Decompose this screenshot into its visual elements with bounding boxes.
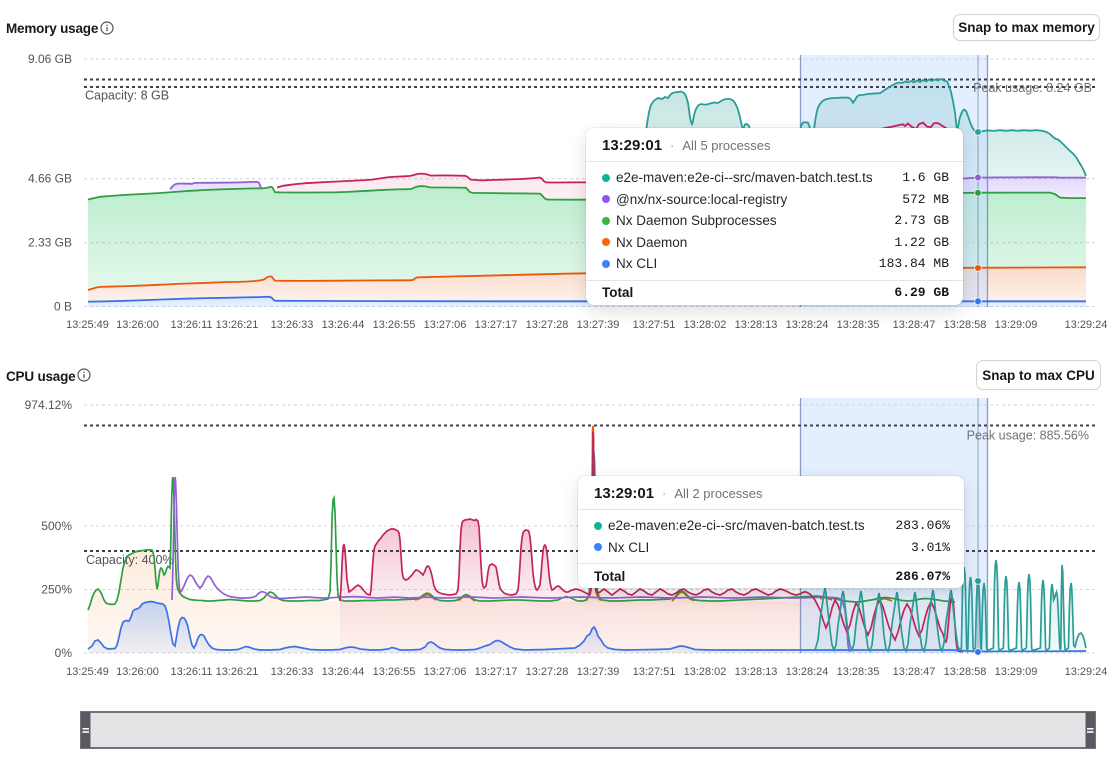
svg-text:Peak usage: 8.24 GB: Peak usage: 8.24 GB — [973, 81, 1092, 95]
svg-text:13:26:21: 13:26:21 — [216, 666, 259, 678]
svg-text:13:26:33: 13:26:33 — [271, 319, 314, 331]
svg-text:13:27:06: 13:27:06 — [424, 666, 467, 678]
svg-text:4.66 GB: 4.66 GB — [28, 172, 72, 186]
svg-text:13:26:55: 13:26:55 — [373, 666, 416, 678]
svg-text:13:28:47: 13:28:47 — [893, 666, 936, 678]
svg-text:13:26:21: 13:26:21 — [216, 319, 259, 331]
svg-text:Capacity: 8 GB: Capacity: 8 GB — [85, 89, 169, 103]
svg-text:13:29:24: 13:29:24 — [1065, 319, 1108, 331]
svg-text:13:27:06: 13:27:06 — [424, 319, 467, 331]
svg-text:13:28:24: 13:28:24 — [786, 666, 829, 678]
svg-text:9.06 GB: 9.06 GB — [28, 52, 72, 66]
svg-text:13:27:28: 13:27:28 — [526, 319, 569, 331]
svg-text:250%: 250% — [41, 583, 72, 597]
svg-text:13:26:00: 13:26:00 — [116, 319, 159, 331]
svg-text:13:27:17: 13:27:17 — [475, 319, 518, 331]
svg-text:0%: 0% — [55, 646, 73, 660]
svg-text:13:26:11: 13:26:11 — [170, 666, 212, 678]
svg-text:13:27:39: 13:27:39 — [577, 666, 620, 678]
svg-text:13:28:58: 13:28:58 — [944, 319, 987, 331]
svg-text:13:28:13: 13:28:13 — [735, 666, 778, 678]
svg-text:13:28:58: 13:28:58 — [944, 666, 987, 678]
svg-text:13:27:39: 13:27:39 — [577, 319, 620, 331]
svg-text:13:26:11: 13:26:11 — [170, 319, 212, 331]
svg-text:13:28:47: 13:28:47 — [893, 319, 936, 331]
svg-text:13:27:51: 13:27:51 — [633, 666, 676, 678]
svg-text:13:26:55: 13:26:55 — [373, 319, 416, 331]
svg-text:13:26:44: 13:26:44 — [322, 319, 365, 331]
svg-text:13:28:13: 13:28:13 — [735, 319, 778, 331]
svg-text:13:28:02: 13:28:02 — [684, 319, 727, 331]
svg-text:974.12%: 974.12% — [25, 398, 73, 412]
svg-text:13:27:51: 13:27:51 — [633, 319, 676, 331]
svg-text:13:25:49: 13:25:49 — [66, 666, 109, 678]
svg-text:13:29:24: 13:29:24 — [1065, 666, 1108, 678]
svg-text:13:29:09: 13:29:09 — [995, 319, 1038, 331]
svg-text:13:26:33: 13:26:33 — [271, 666, 314, 678]
svg-text:0 B: 0 B — [54, 300, 72, 314]
svg-text:Peak usage: 885.56%: Peak usage: 885.56% — [967, 429, 1089, 443]
svg-text:2.33 GB: 2.33 GB — [28, 236, 72, 250]
svg-text:13:25:49: 13:25:49 — [66, 319, 109, 331]
svg-text:13:29:09: 13:29:09 — [995, 666, 1038, 678]
svg-text:13:28:35: 13:28:35 — [837, 319, 880, 331]
svg-text:13:27:28: 13:27:28 — [526, 666, 569, 678]
svg-text:13:28:35: 13:28:35 — [837, 666, 880, 678]
svg-text:500%: 500% — [41, 519, 72, 533]
svg-text:13:28:02: 13:28:02 — [684, 666, 727, 678]
svg-text:13:26:00: 13:26:00 — [116, 666, 159, 678]
svg-text:13:28:24: 13:28:24 — [786, 319, 829, 331]
svg-text:13:27:17: 13:27:17 — [475, 666, 518, 678]
svg-text:13:26:44: 13:26:44 — [322, 666, 365, 678]
